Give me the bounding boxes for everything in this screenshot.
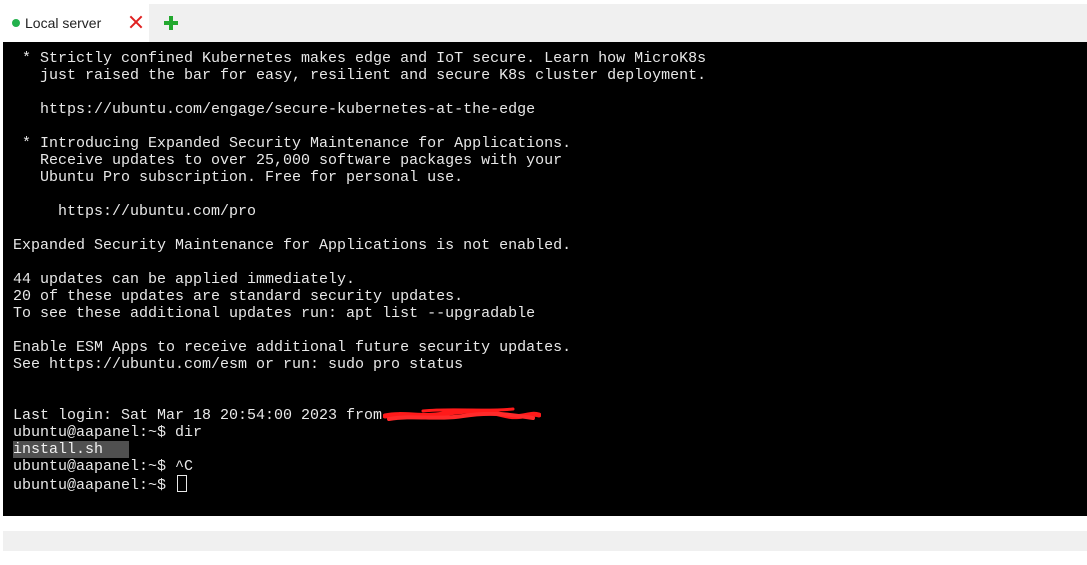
terminal-prompt-line[interactable]: ubuntu@aapanel:~$ — [13, 475, 706, 494]
terminal-line: See https://ubuntu.com/esm or run: sudo … — [13, 356, 464, 373]
terminal-line: Last login: Sat Mar 18 20:54:00 2023 fro… — [13, 407, 392, 424]
terminal-line: ubuntu@aapanel:~$ ^C — [13, 458, 194, 475]
terminal-line: To see these additional updates run: apt… — [13, 305, 536, 322]
terminal-line: ubuntu@aapanel:~$ dir — [13, 424, 203, 441]
terminal-line: https://ubuntu.com/pro — [13, 203, 257, 220]
terminal-line: * Strictly confined Kubernetes makes edg… — [13, 50, 707, 67]
close-icon[interactable] — [127, 13, 145, 31]
terminal-line: Ubuntu Pro subscription. Free for person… — [13, 169, 464, 186]
terminal-line: Receive updates to over 25,000 software … — [13, 152, 563, 169]
terminal-line-selected: install.sh — [13, 441, 706, 458]
redaction-scribble — [383, 407, 541, 421]
terminal-line: https://ubuntu.com/engage/secure-kuberne… — [13, 101, 536, 118]
tab-bar: Local server — [3, 4, 1087, 42]
terminal-line: 44 updates can be applied immediately. — [13, 271, 356, 288]
terminal-line: 20 of these updates are standard securit… — [13, 288, 464, 305]
terminal-line: just raised the bar for easy, resilient … — [13, 67, 707, 84]
selected-text[interactable]: install.sh — [13, 441, 129, 458]
terminal-line: Expanded Security Maintenance for Applic… — [13, 237, 572, 254]
add-tab-icon[interactable] — [163, 15, 179, 31]
terminal-line: * Introducing Expanded Security Maintena… — [13, 135, 572, 152]
terminal-screen[interactable]: * Strictly confined Kubernetes makes edg… — [3, 42, 1087, 516]
prompt-text: ubuntu@aapanel:~$ — [13, 477, 176, 494]
text-cursor — [177, 475, 188, 492]
tab-local-server[interactable]: Local server — [3, 4, 149, 42]
connection-status-dot — [12, 19, 20, 27]
terminal-line: Enable ESM Apps to receive additional fu… — [13, 339, 572, 356]
tab-label: Local server — [25, 15, 102, 31]
terminal-output: * Strictly confined Kubernetes makes edg… — [13, 50, 707, 494]
footer-bar — [3, 531, 1087, 551]
